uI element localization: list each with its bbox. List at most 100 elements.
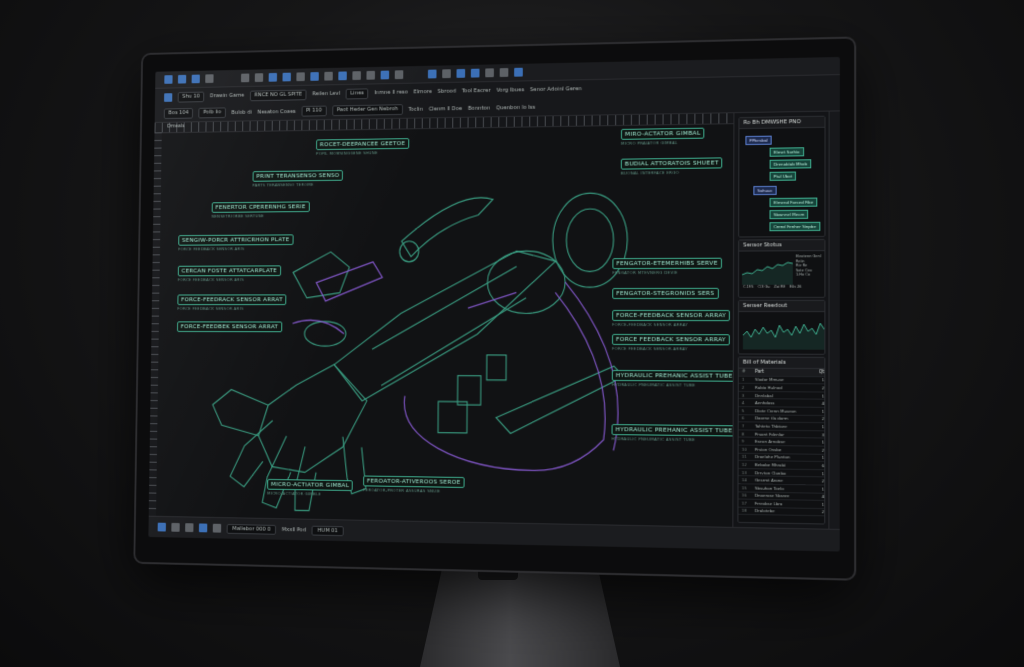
taskbar-app-icon[interactable]: [185, 523, 194, 533]
callout-force-feedbek[interactable]: FORCE-FEEDBEK SENSOR ARRAT: [177, 321, 282, 333]
arc-tool-icon[interactable]: [324, 71, 333, 81]
callout-force-feedback-2[interactable]: FORCE FEEDBACK SENSOR ARRAY FORCE FEEDBAC…: [612, 333, 730, 351]
clean-label[interactable]: Clenm ll Doe: [429, 106, 463, 112]
callout-force-feedback-1[interactable]: FORCE-FEEDBACK SENSOR ARRAY FORCE-FEEDBAC…: [612, 309, 731, 327]
callout-fengator-servo[interactable]: FENGATOR-ETEMERHIBS SERVE FENGATOR MTEVNE…: [612, 257, 722, 275]
callout-micro-actiator[interactable]: MICRO-ACTIATOR GIMBAL MICRO-ACTIATOR GIMB…: [267, 478, 354, 497]
rotate-icon[interactable]: [296, 72, 305, 82]
windows-start-icon[interactable]: [157, 522, 166, 532]
tree-node[interactable]: Sahuuc: [753, 185, 777, 196]
sensor-readout-waveform: [742, 315, 824, 350]
render-icon[interactable]: [485, 68, 494, 78]
bom-cell-part: Frreobse Lbro: [754, 500, 783, 507]
tree-node[interactable]: Sbwnnel Mecm: [769, 209, 809, 220]
view-front-icon[interactable]: [427, 69, 437, 79]
pl-select[interactable]: Pl 110: [301, 105, 327, 117]
tree-node[interactable]: PPhesbal: [745, 135, 772, 146]
callout-miro-actator-gimbal[interactable]: MIRO-ACTATOR GIMBAL MICRO PRAIATOR GIMBAL: [621, 127, 705, 146]
copy-icon[interactable]: [254, 73, 264, 83]
callout-hydraulic-1[interactable]: HYDRAULIC PREHANIC ASSIST TUBE HYDRAULIC …: [612, 369, 737, 388]
tooling-label[interactable]: Toclin: [408, 106, 423, 112]
level-label: Reilen Levl: [312, 90, 341, 98]
layer-icon[interactable]: [380, 70, 390, 80]
callout-budial[interactable]: BUDIAL ATTORATOIS SHUEET BUONAL INTERFACE…: [621, 157, 723, 176]
print-icon[interactable]: [205, 74, 214, 84]
callout-print-transenso[interactable]: PRINT TERANSENSO SENSO PARTS TERANSENSO T…: [252, 170, 344, 188]
bom-cell-number: 7: [741, 423, 745, 429]
callout-sengiw-plate[interactable]: SENGIW-PORCR ATTRICRHON PLATE FORCE FEEDB…: [178, 234, 294, 251]
status-field[interactable]: Mallebor 000 0: [226, 523, 277, 535]
tree-node[interactable]: Elmend Forced Fibe: [769, 197, 818, 208]
spec-select[interactable]: RNCE NO GL SPITE: [249, 89, 307, 101]
box-select[interactable]: Bos 104: [163, 108, 194, 119]
button-label[interactable]: Bonnton: [468, 105, 490, 111]
tree-node[interactable]: Drenobiab Mhob: [769, 159, 812, 169]
tree-node[interactable]: Elmet Sorhio: [769, 147, 804, 157]
profile-select[interactable]: Polb lio: [198, 107, 226, 119]
view-iso-icon[interactable]: [470, 68, 480, 78]
question-label[interactable]: Quenbon lo lss: [496, 104, 535, 111]
canvas-header-label: Dmeals: [167, 123, 185, 130]
hierarchy-panel: Ro Bh DMWSHE PNO PPhesbal Elmet Sorhio D…: [738, 115, 826, 238]
bom-cell-number: 17: [741, 500, 747, 506]
bom-cell-qty: 1: [821, 455, 825, 461]
view-top-icon[interactable]: [456, 68, 466, 78]
grid-icon[interactable]: [352, 71, 361, 81]
sensor-readout-text: C/3 Gu: [757, 284, 770, 289]
callout-rocket-deepance[interactable]: ROCET-DEEPANCEE GEETOE POPIL MOMSINGGENE …: [316, 138, 410, 156]
snap-icon[interactable]: [394, 70, 404, 80]
taskbar-app-icon[interactable]: [212, 523, 222, 533]
sensor-readout-text: 1.Ho Co: [795, 272, 810, 277]
settings-icon[interactable]: [514, 67, 523, 77]
callout-feroator[interactable]: FEROATOR-ATIVEROOS SEROE FEROATOR-PROTER …: [363, 475, 465, 494]
bom-cell-part: Prsion Onsbe: [754, 446, 782, 453]
callout-fengator-stegronids[interactable]: FENGATOR-STEGRONIDS SERS: [612, 287, 719, 300]
drawing-canvas[interactable]: ROCET-DEEPANCEE GEETOE POPIL MOMSINGGENE …: [156, 123, 737, 527]
zoom-field[interactable]: HUM 01: [311, 525, 344, 536]
line-tool-icon[interactable]: [310, 72, 319, 81]
undo-icon[interactable]: [268, 72, 278, 82]
taskbar-app-icon[interactable]: [171, 522, 180, 532]
panel-tab-strip[interactable]: [828, 111, 840, 529]
right-panel: Ro Bh DMWSHE PNO PPhesbal Elmet Sorhio D…: [732, 111, 840, 529]
lines-select[interactable]: Lines: [345, 87, 369, 99]
select-icon[interactable]: [164, 92, 173, 102]
bom-cell-part: Diote Crenn Museon: [754, 408, 797, 414]
callout-hydraulic-2[interactable]: HYDRAULIC PREHANIC ASSIST TUBE HYDRAULIC …: [611, 424, 737, 443]
taskbar-app-icon[interactable]: [198, 523, 208, 533]
subroot-label[interactable]: Sbrood: [438, 89, 457, 95]
bom-cell-number: 9: [741, 438, 745, 444]
dimension-icon[interactable]: [366, 70, 376, 80]
sensor-status-title: Sensor Stotus: [739, 240, 825, 252]
new-file-icon[interactable]: [164, 75, 173, 84]
bom-row[interactable]: 18 Dralotebe 2: [738, 507, 825, 517]
bom-cell-qty: 2: [821, 478, 825, 484]
tree-node[interactable]: Crend Fenher Sinpbe: [769, 221, 821, 232]
bom-panel: Bill of Materials # Part Qt 1 Slodor Mmus…: [737, 356, 826, 525]
bom-cell-part: Gesrmt Arone: [754, 477, 783, 483]
tree-node[interactable]: Ptul Ubot: [769, 171, 797, 181]
callout-fenertor[interactable]: FENERTOR CPERERNHG SERIE NENSETRIORBE SER…: [212, 201, 310, 219]
tool-eraser-label[interactable]: Tool Eacrer: [462, 88, 491, 94]
bom-col-qty: Qt: [818, 369, 825, 375]
measure-icon[interactable]: [499, 68, 509, 78]
save-icon[interactable]: [191, 74, 200, 84]
callout-cercan-plate[interactable]: CERCAN FOSTE ATTATCARPLATE FORCE FEEDBACK…: [178, 265, 281, 282]
style-select[interactable]: Shu 10: [177, 91, 205, 103]
view-side-icon[interactable]: [442, 69, 451, 79]
open-file-icon[interactable]: [177, 74, 187, 84]
redo-icon[interactable]: [282, 72, 291, 82]
sensor-readout-text: C.1F.5: [743, 284, 754, 289]
callout-force-feedrack[interactable]: FORCE-FEEDRACK SENSOR ARRAT FORCE FEEDBAC…: [177, 294, 287, 311]
elements-label[interactable]: Elmore: [414, 89, 432, 95]
cut-icon[interactable]: [240, 73, 250, 83]
resolution-label[interactable]: Inmne ll reso: [374, 90, 408, 96]
bom-cell-part: Dralotebe: [754, 508, 775, 514]
bom-cell-qty: 3: [821, 431, 825, 438]
circle-tool-icon[interactable]: [338, 71, 347, 81]
values-label[interactable]: Vorg lbues: [496, 87, 524, 93]
sensor-additional-label[interactable]: Senor Adoinl Geren: [530, 86, 582, 93]
header-select[interactable]: Paot Heder Gen Nebroh: [332, 104, 403, 117]
hierarchy-panel-title: Ro Bh DMWSHE PNO: [739, 116, 825, 130]
bom-cell-number: 18: [741, 508, 747, 514]
